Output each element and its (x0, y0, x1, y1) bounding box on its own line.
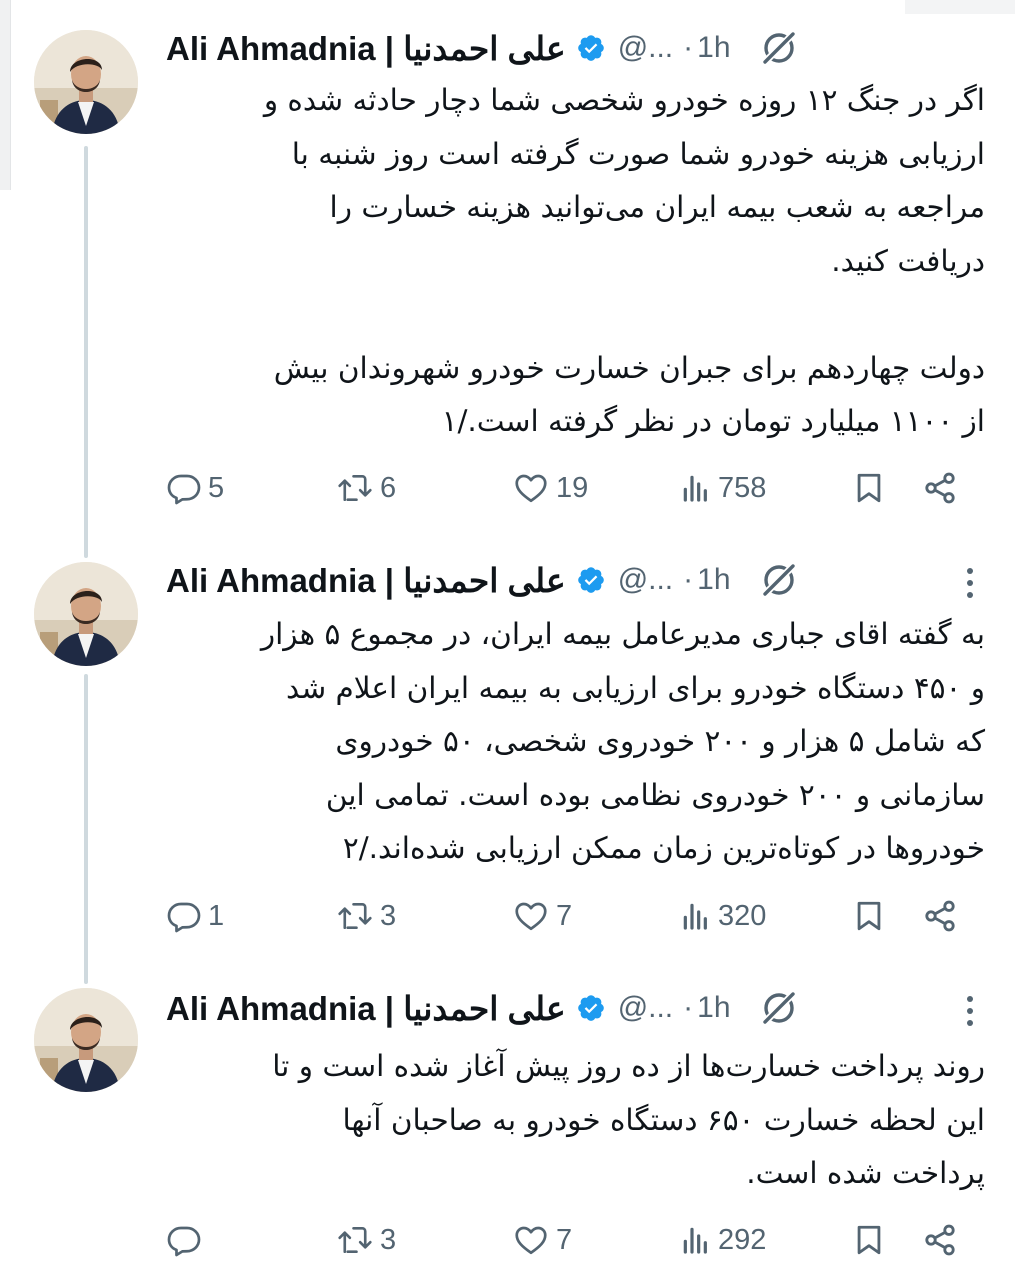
reply-button[interactable]: 1 (166, 894, 224, 938)
reply-count: 1 (208, 899, 225, 932)
reply-button[interactable]: 5 (166, 466, 224, 510)
views-button[interactable]: 320 (680, 894, 766, 938)
share-button[interactable] (922, 466, 958, 510)
tweet-header: Ali Ahmadnia | علی احمدنیا @... · 1h (166, 558, 985, 602)
top-edge-strip (905, 0, 1015, 14)
dot-separator: · (683, 991, 694, 1024)
reply-icon (167, 1226, 201, 1257)
views-icon (683, 1227, 707, 1254)
tweet-text: به گفته اقای جباری مدیرعامل بیمه ایران، … (260, 617, 985, 865)
like-button[interactable]: 19 (512, 466, 588, 510)
tweet-actions: 5 6 19 758 (166, 466, 966, 510)
like-icon (515, 1226, 547, 1255)
like-count: 19 (556, 471, 589, 504)
grok-icon[interactable] (759, 988, 799, 1028)
like-icon (515, 902, 547, 931)
verified-badge-icon (577, 35, 604, 61)
left-edge-strip (0, 0, 11, 190)
bookmark-button[interactable] (852, 1218, 886, 1262)
author-handle[interactable]: @... (618, 991, 673, 1025)
more-icon[interactable] (965, 994, 975, 1028)
views-count: 320 (718, 899, 767, 932)
repost-count: 6 (380, 471, 397, 504)
dot-separator: · (683, 31, 694, 64)
bookmark-icon (857, 473, 881, 503)
grok-icon[interactable] (759, 28, 799, 68)
like-count: 7 (556, 1223, 573, 1256)
bookmark-button[interactable] (852, 894, 886, 938)
repost-icon (338, 1226, 372, 1254)
bookmark-icon (857, 1225, 881, 1255)
share-icon (925, 1224, 955, 1256)
author-name[interactable]: Ali Ahmadnia | علی احمدنیا (166, 989, 566, 1028)
views-count: 292 (718, 1223, 767, 1256)
thread-connector-line (84, 146, 88, 558)
views-button[interactable]: 292 (680, 1218, 766, 1262)
bookmark-button[interactable] (852, 466, 886, 510)
tweet-actions: 1 3 7 320 (166, 894, 966, 938)
verified-badge-icon (577, 995, 604, 1021)
author-name[interactable]: Ali Ahmadnia | علی احمدنیا (166, 561, 566, 600)
avatar[interactable] (34, 30, 138, 134)
repost-count: 3 (380, 899, 397, 932)
views-count: 758 (718, 471, 767, 504)
share-button[interactable] (922, 1218, 958, 1262)
share-icon (925, 900, 955, 932)
repost-button[interactable]: 3 (336, 894, 396, 938)
avatar[interactable] (34, 988, 138, 1092)
bookmark-icon (857, 901, 881, 931)
reply-button[interactable] (166, 1218, 208, 1262)
like-button[interactable]: 7 (512, 894, 572, 938)
author-handle[interactable]: @... (618, 31, 673, 65)
reply-icon (167, 902, 201, 933)
tweet-header: Ali Ahmadnia | علی احمدنیا @... · 1h (166, 26, 985, 70)
more-icon[interactable] (965, 566, 975, 600)
reply-icon (167, 474, 201, 505)
views-button[interactable]: 758 (680, 466, 766, 510)
timestamp[interactable]: 1h (697, 563, 730, 597)
repost-icon (338, 474, 372, 502)
timestamp[interactable]: 1h (697, 31, 730, 65)
timestamp[interactable]: 1h (697, 991, 730, 1025)
repost-button[interactable]: 6 (336, 466, 396, 510)
like-button[interactable]: 7 (512, 1218, 572, 1262)
tweet-text: اگر در جنگ ۱۲ روزه خودرو شخصی شما دچار ح… (263, 83, 985, 438)
verified-badge-icon (577, 567, 604, 593)
views-icon (683, 475, 707, 502)
dot-separator: · (683, 563, 694, 596)
reply-count: 5 (208, 471, 225, 504)
grok-icon[interactable] (759, 560, 799, 600)
tweet-text: روند پرداخت خسارت‌ها از ده روز پیش آغاز … (272, 1049, 985, 1190)
repost-icon (338, 902, 372, 930)
share-button[interactable] (922, 894, 958, 938)
tweet-actions: 3 7 292 (166, 1218, 966, 1262)
repost-button[interactable]: 3 (336, 1218, 396, 1262)
avatar[interactable] (34, 562, 138, 666)
share-icon (925, 472, 955, 504)
author-name[interactable]: Ali Ahmadnia | علی احمدنیا (166, 29, 566, 68)
author-handle[interactable]: @... (618, 563, 673, 597)
thread-connector-line (84, 674, 88, 984)
like-count: 7 (556, 899, 573, 932)
like-icon (515, 474, 547, 503)
repost-count: 3 (380, 1223, 397, 1256)
tweet-header: Ali Ahmadnia | علی احمدنیا @... · 1h (166, 986, 985, 1030)
views-icon (683, 903, 707, 930)
